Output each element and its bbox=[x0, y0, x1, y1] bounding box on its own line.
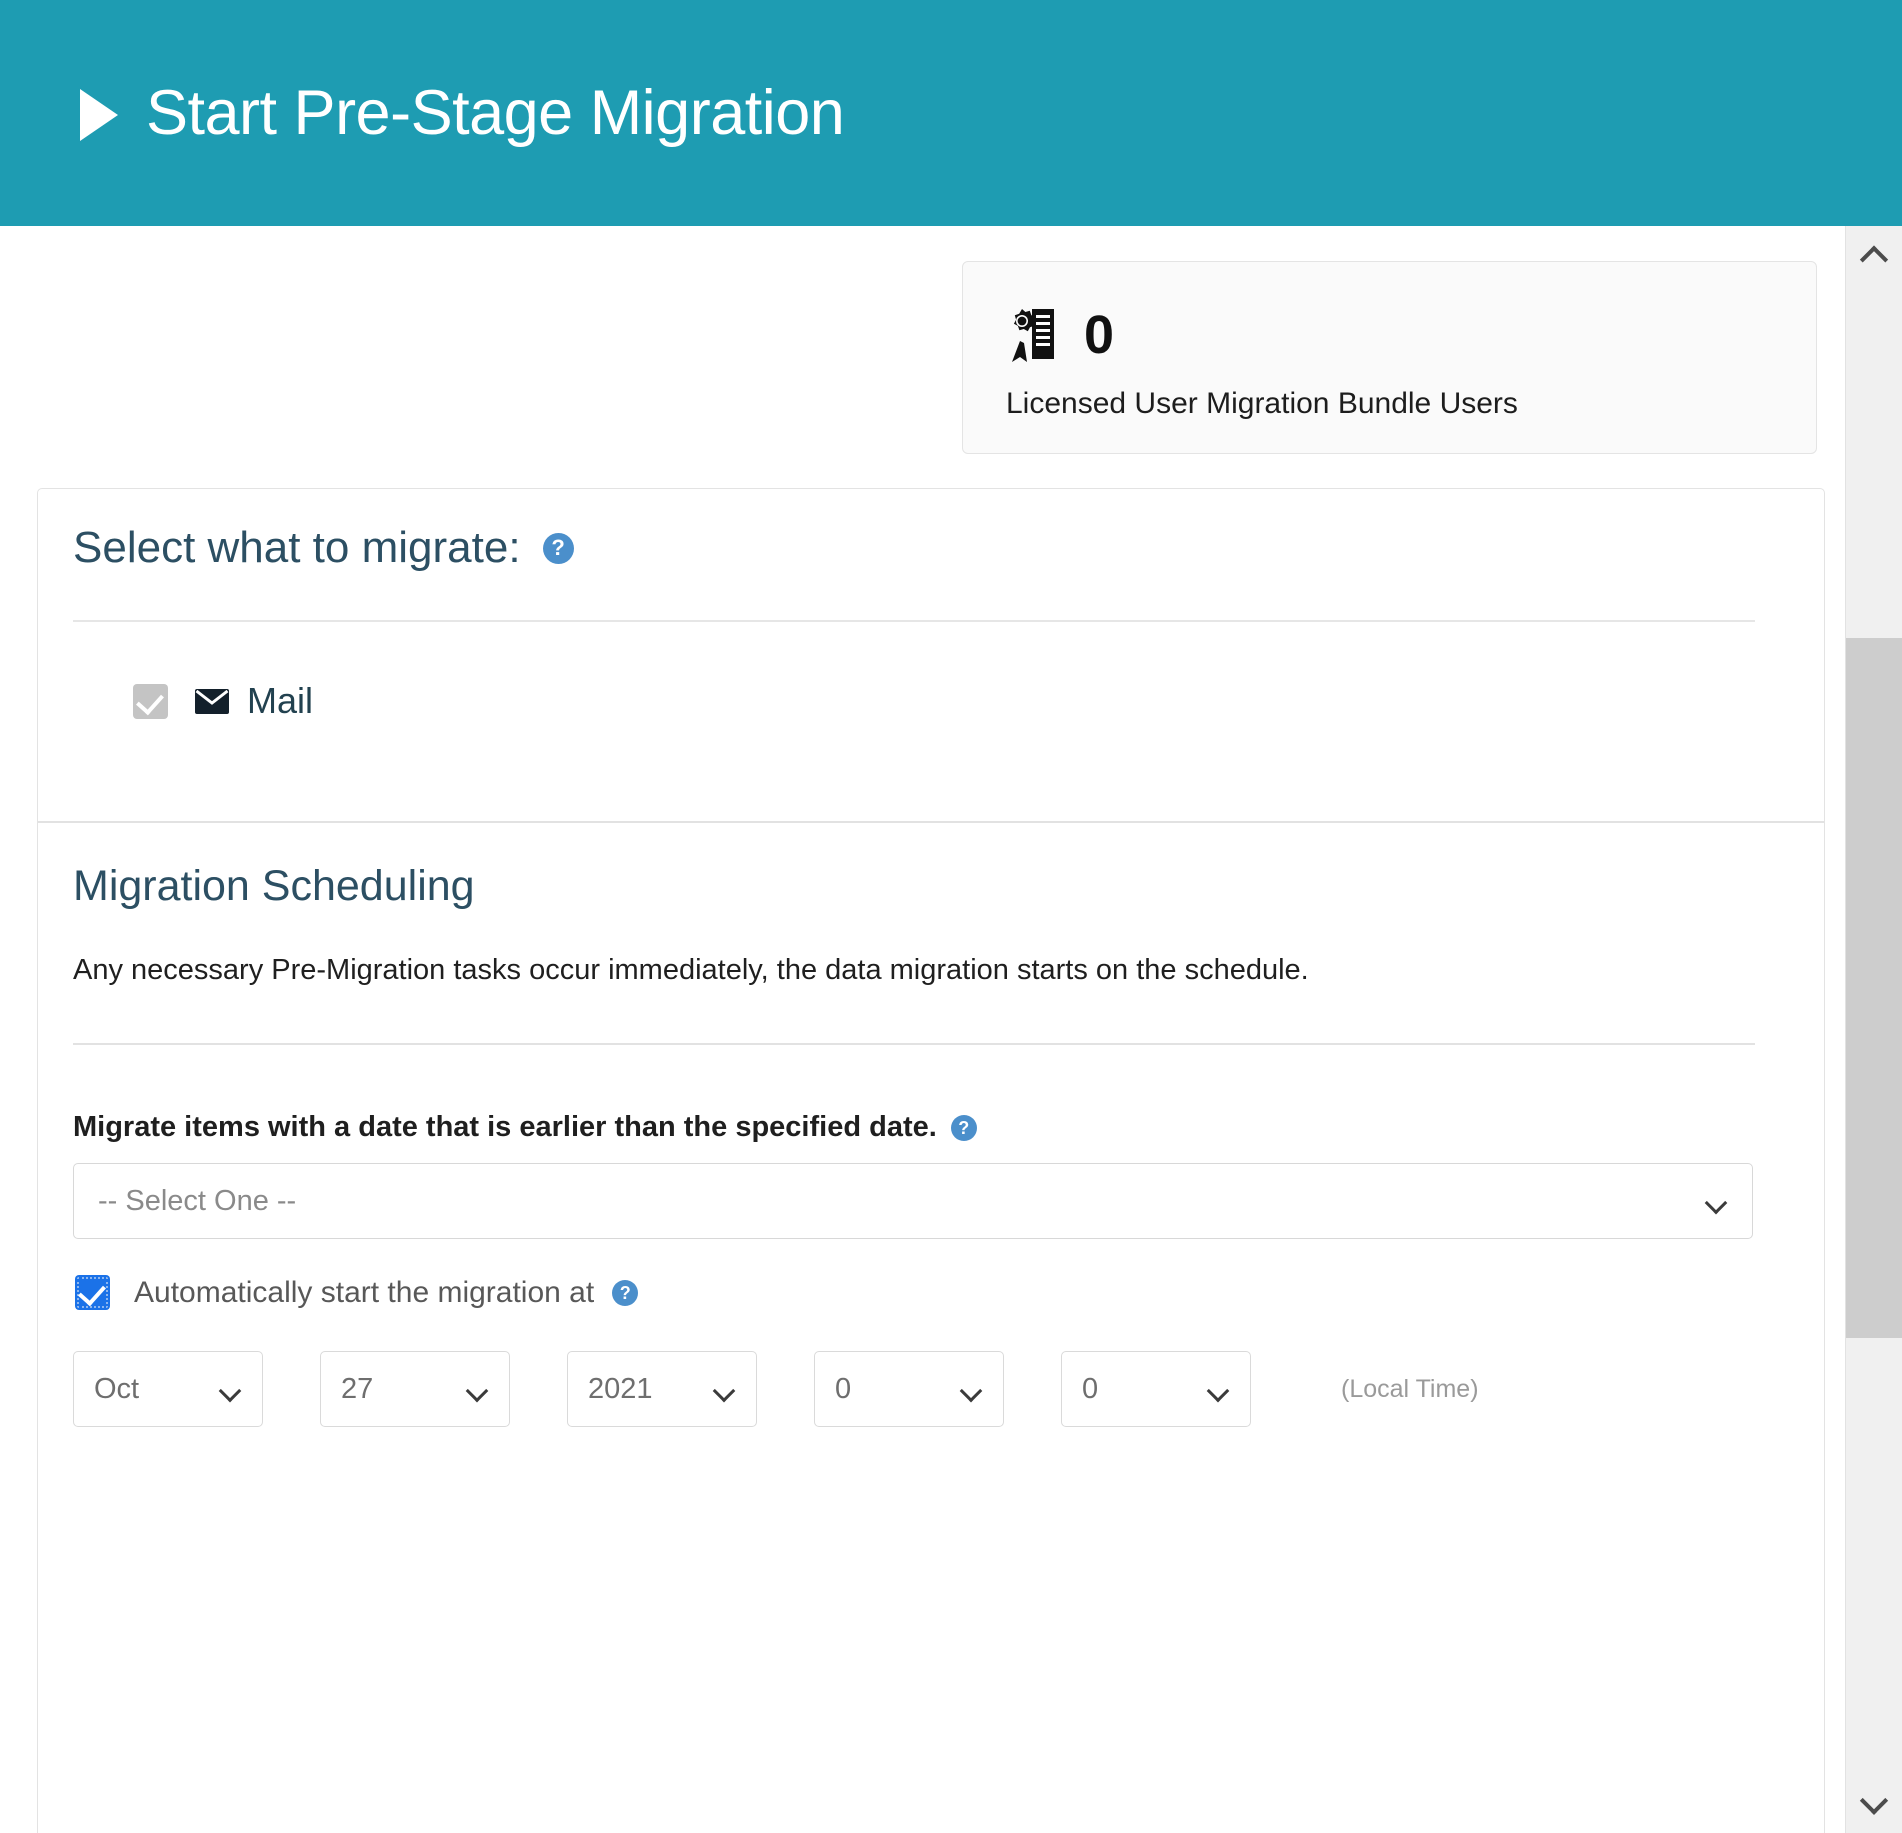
select-what-to-migrate-section: Select what to migrate: ? Mail bbox=[38, 489, 1824, 823]
chevron-down-icon bbox=[1859, 1786, 1889, 1815]
check-mark-icon bbox=[136, 686, 164, 715]
scheduling-title: Migration Scheduling bbox=[73, 862, 475, 910]
chevron-down-icon bbox=[1208, 1383, 1230, 1395]
migrate-item-mail[interactable]: Mail bbox=[133, 683, 313, 719]
date-filter-selected-value: -- Select One -- bbox=[98, 1184, 297, 1217]
chevron-down-icon bbox=[220, 1383, 242, 1395]
minute-select[interactable]: 0 bbox=[1061, 1351, 1251, 1427]
mail-label: Mail bbox=[247, 680, 314, 721]
license-count: 0 bbox=[1084, 305, 1115, 365]
chevron-down-icon bbox=[714, 1383, 736, 1395]
scheduling-divider bbox=[73, 1043, 1755, 1045]
select-what-heading-text: Select what to migrate: bbox=[73, 523, 521, 572]
select-what-heading: Select what to migrate: ? bbox=[73, 526, 574, 570]
datetime-row: Oct 27 2021 0 0 (Local Time) bbox=[73, 1351, 1479, 1427]
help-circle-icon[interactable]: ? bbox=[542, 532, 574, 564]
chevron-down-icon bbox=[1706, 1195, 1728, 1207]
license-label: Licensed User Migration Bundle Users bbox=[1006, 387, 1518, 420]
year-value: 2021 bbox=[588, 1372, 653, 1405]
date-filter-help-icon[interactable]: ? bbox=[950, 1114, 977, 1141]
chevron-down-icon bbox=[961, 1383, 983, 1395]
month-select[interactable]: Oct bbox=[73, 1351, 263, 1427]
local-time-note: (Local Time) bbox=[1341, 1374, 1479, 1403]
envelope-icon bbox=[195, 688, 229, 714]
auto-start-checkbox[interactable] bbox=[75, 1275, 110, 1310]
auto-start-help-icon[interactable]: ? bbox=[612, 1279, 639, 1306]
scrollbar-down-button[interactable] bbox=[1846, 1777, 1902, 1833]
migration-options-card: Select what to migrate: ? Mail Migration… bbox=[37, 488, 1825, 1833]
page-title: Start Pre-Stage Migration bbox=[146, 77, 845, 148]
date-filter-label: Migrate items with a date that is earlie… bbox=[73, 1113, 977, 1142]
license-stat-top: 0 bbox=[1006, 305, 1816, 365]
dialog-content: 0 Licensed User Migration Bundle Users S… bbox=[0, 226, 1845, 1833]
scrollbar-thumb[interactable] bbox=[1846, 638, 1902, 1338]
start-pre-stage-migration-dialog: Start Pre-Stage Migration 0 Licensed Use… bbox=[0, 0, 1902, 1833]
license-stat-card: 0 Licensed User Migration Bundle Users bbox=[962, 261, 1817, 454]
hour-select[interactable]: 0 bbox=[814, 1351, 1004, 1427]
mail-checkbox[interactable] bbox=[133, 683, 168, 719]
day-value: 27 bbox=[341, 1372, 374, 1405]
day-select[interactable]: 27 bbox=[320, 1351, 510, 1427]
auto-start-row[interactable]: Automatically start the migration at ? bbox=[75, 1275, 639, 1310]
select-what-divider bbox=[73, 620, 1755, 622]
minute-value: 0 bbox=[1082, 1372, 1099, 1405]
migration-scheduling-section: Migration Scheduling Any necessary Pre-M… bbox=[38, 823, 1824, 1833]
auto-start-label: Automatically start the migration at bbox=[134, 1275, 595, 1309]
year-select[interactable]: 2021 bbox=[567, 1351, 757, 1427]
date-filter-select[interactable]: -- Select One -- bbox=[73, 1163, 1753, 1239]
hour-value: 0 bbox=[835, 1372, 852, 1405]
month-value: Oct bbox=[94, 1372, 140, 1405]
certificate-ribbon-icon bbox=[1006, 307, 1058, 363]
dialog-header: Start Pre-Stage Migration bbox=[0, 0, 1902, 226]
play-triangle-icon bbox=[80, 89, 118, 141]
scrollbar-up-button[interactable] bbox=[1846, 226, 1902, 282]
chevron-down-icon bbox=[467, 1383, 489, 1395]
chevron-up-icon bbox=[1859, 245, 1889, 274]
scheduling-description: Any necessary Pre-Migration tasks occur … bbox=[73, 954, 1309, 986]
date-filter-label-text: Migrate items with a date that is earlie… bbox=[73, 1111, 937, 1143]
vertical-scrollbar[interactable] bbox=[1845, 226, 1902, 1833]
check-mark-icon bbox=[78, 1277, 106, 1307]
